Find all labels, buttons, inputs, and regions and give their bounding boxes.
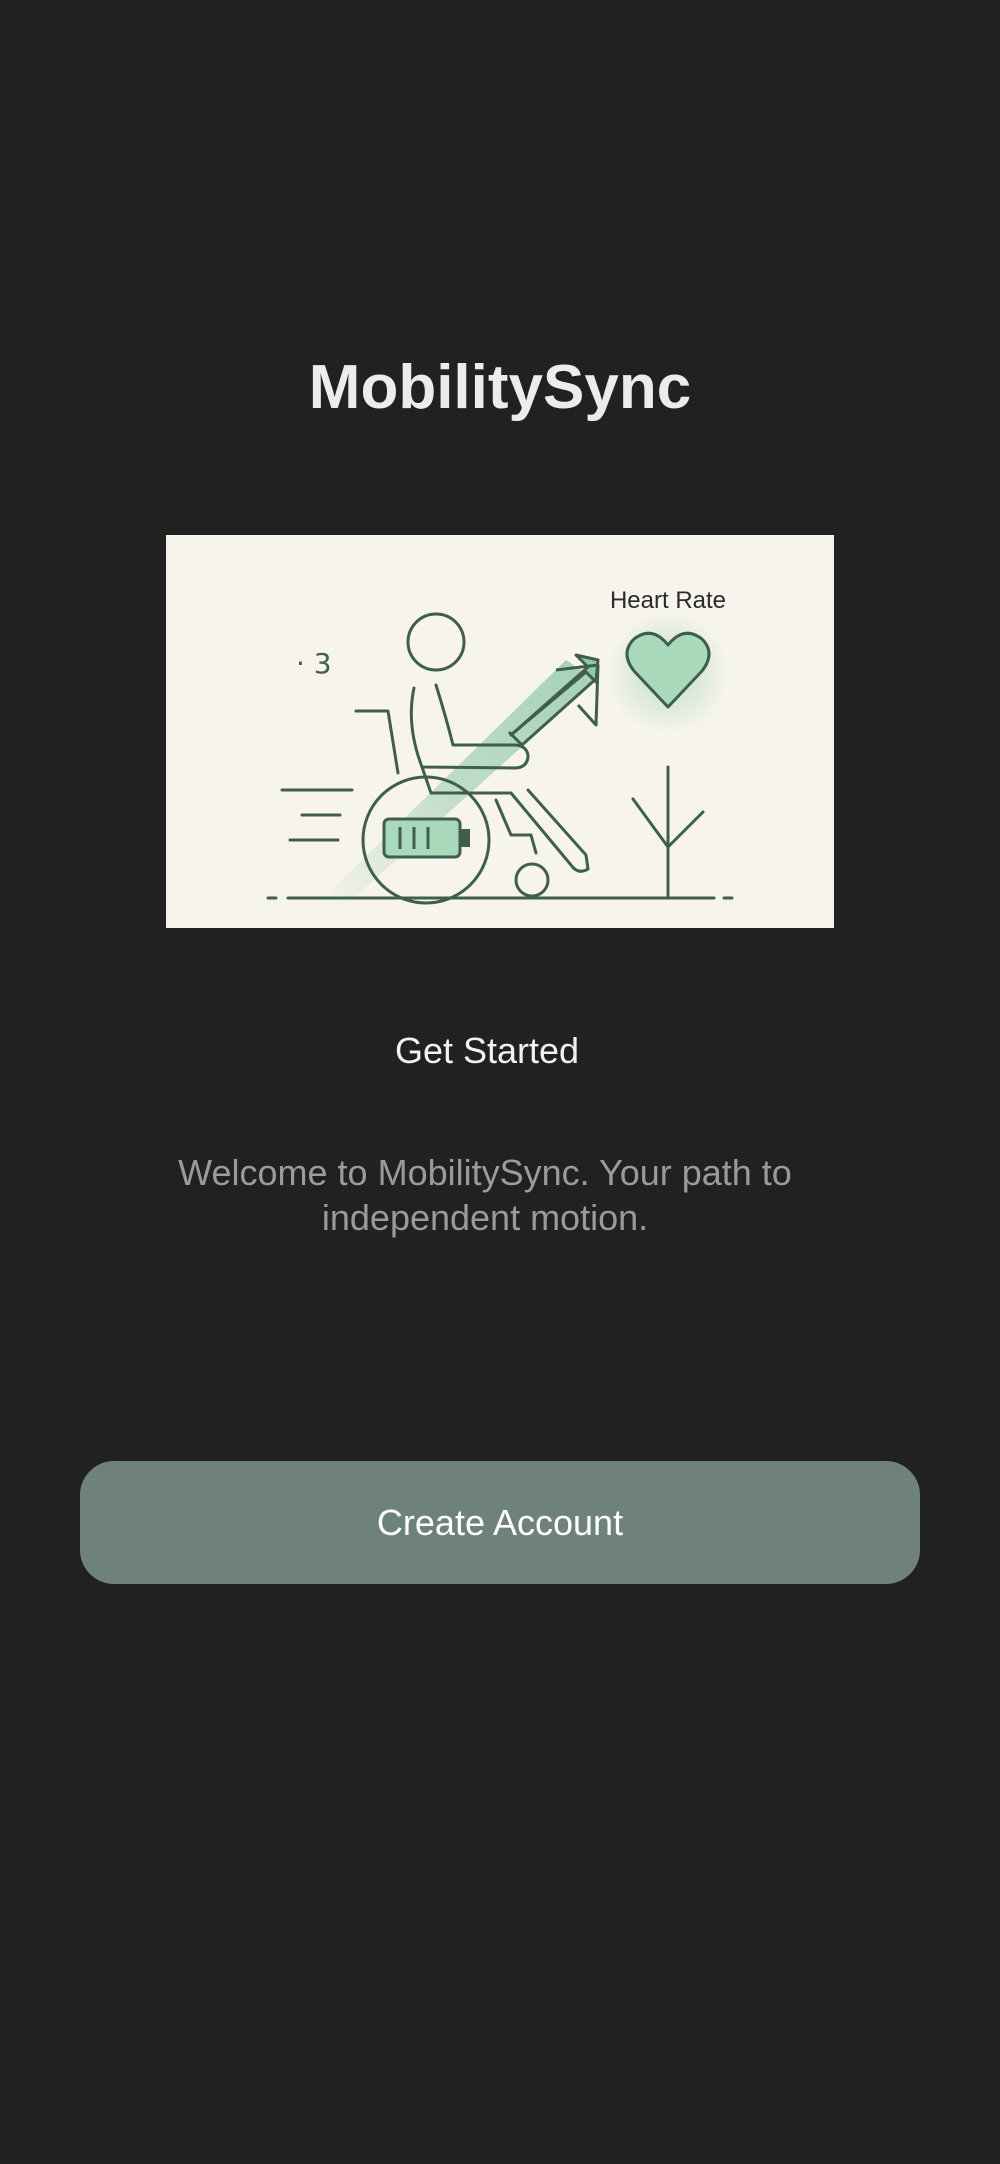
plant-icon: [631, 765, 705, 899]
battery-icon: [382, 817, 470, 859]
caster-wheel: [514, 862, 550, 898]
heart-rate-label: Heart Rate: [610, 587, 726, 614]
get-started-heading: Get Started: [394, 1030, 580, 1071]
speed-lines: [280, 788, 354, 842]
doodle-text: · 3: [296, 647, 332, 680]
welcome-text: Welcome to MobilitySync. Your path to in…: [178, 1152, 792, 1238]
hero-illustration: · 3 Heart Rate: [166, 535, 834, 928]
person-head: [406, 612, 466, 672]
app-title: MobilitySync: [308, 353, 692, 422]
create-account-button[interactable]: Create Account: [80, 1461, 920, 1584]
